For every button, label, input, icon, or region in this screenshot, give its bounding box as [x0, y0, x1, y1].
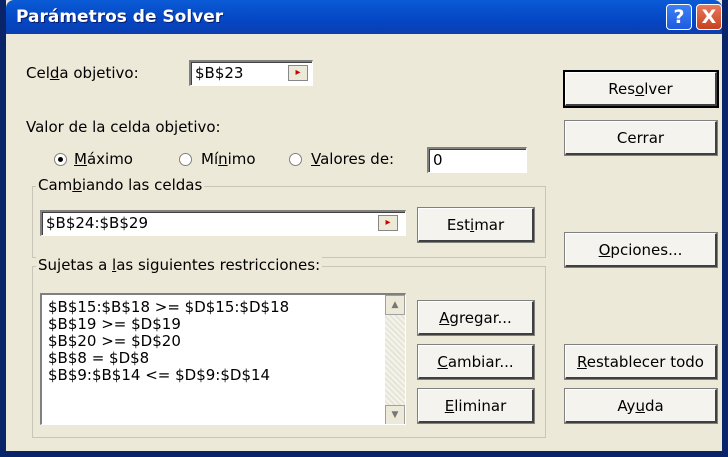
solve-button[interactable]: Resolver — [563, 70, 719, 108]
radio-min-label[interactable]: Mínimo — [201, 150, 256, 168]
target-cell-label: Celda objetivo: — [26, 64, 139, 82]
radio-min[interactable] — [179, 153, 192, 166]
radio-max-label[interactable]: Máximo — [74, 150, 133, 168]
solver-dialog: Parámetros de Solver ? X Celda objetivo:… — [0, 0, 728, 457]
close-icon[interactable]: X — [696, 4, 722, 30]
list-item[interactable]: $B$8 = $D$8 — [42, 350, 405, 367]
changing-cells-title: Cambiando las celdas — [36, 176, 205, 194]
list-item[interactable]: $B$15:$B$18 >= $D$15:$D$18 — [42, 299, 405, 316]
scroll-up-icon[interactable]: ▲ — [385, 295, 405, 315]
target-cell-value: $B$23 — [195, 64, 244, 82]
value-of-input[interactable]: 0 — [427, 147, 527, 173]
cell-picker-icon[interactable]: ▸ — [378, 215, 398, 231]
close-button[interactable]: Cerrar — [564, 120, 718, 156]
options-button[interactable]: Opciones... — [564, 232, 718, 268]
reset-all-button[interactable]: Restablecer todo — [564, 344, 718, 380]
vertical-scrollbar[interactable]: ▲ ▼ — [385, 295, 405, 424]
scroll-down-icon[interactable]: ▼ — [385, 405, 405, 424]
radio-max[interactable] — [54, 153, 67, 166]
value-of-value: 0 — [433, 151, 443, 169]
help-icon[interactable]: ? — [666, 4, 692, 30]
window-title: Parámetros de Solver — [16, 7, 224, 27]
guess-button[interactable]: Estimar — [417, 207, 535, 243]
change-button[interactable]: Cambiar... — [417, 344, 535, 380]
changing-cells-value: $B$24:$B$29 — [46, 214, 148, 232]
list-item[interactable]: $B$19 >= $D$19 — [42, 316, 405, 333]
constraints-list[interactable]: $B$15:$B$18 >= $D$15:$D$18 $B$19 >= $D$1… — [40, 293, 406, 425]
list-item[interactable]: $B$9:$B$14 <= $D$9:$D$14 — [42, 367, 405, 384]
help-button[interactable]: Ayuda — [564, 388, 718, 424]
changing-cells-input[interactable]: $B$24:$B$29 — [40, 210, 406, 236]
radio-value-of-label[interactable]: Valores de: — [311, 150, 394, 168]
radio-value-of[interactable] — [289, 153, 302, 166]
title-bar[interactable]: Parámetros de Solver ? X — [6, 0, 722, 34]
objective-label: Valor de la celda objetivo: — [26, 118, 221, 136]
add-button[interactable]: Agregar... — [417, 300, 535, 336]
cell-picker-icon[interactable]: ▸ — [288, 65, 308, 81]
list-item[interactable]: $B$20 >= $D$20 — [42, 333, 405, 350]
constraints-title: Sujetas a las siguientes restricciones: — [36, 256, 323, 274]
delete-button[interactable]: Eliminar — [417, 388, 535, 424]
